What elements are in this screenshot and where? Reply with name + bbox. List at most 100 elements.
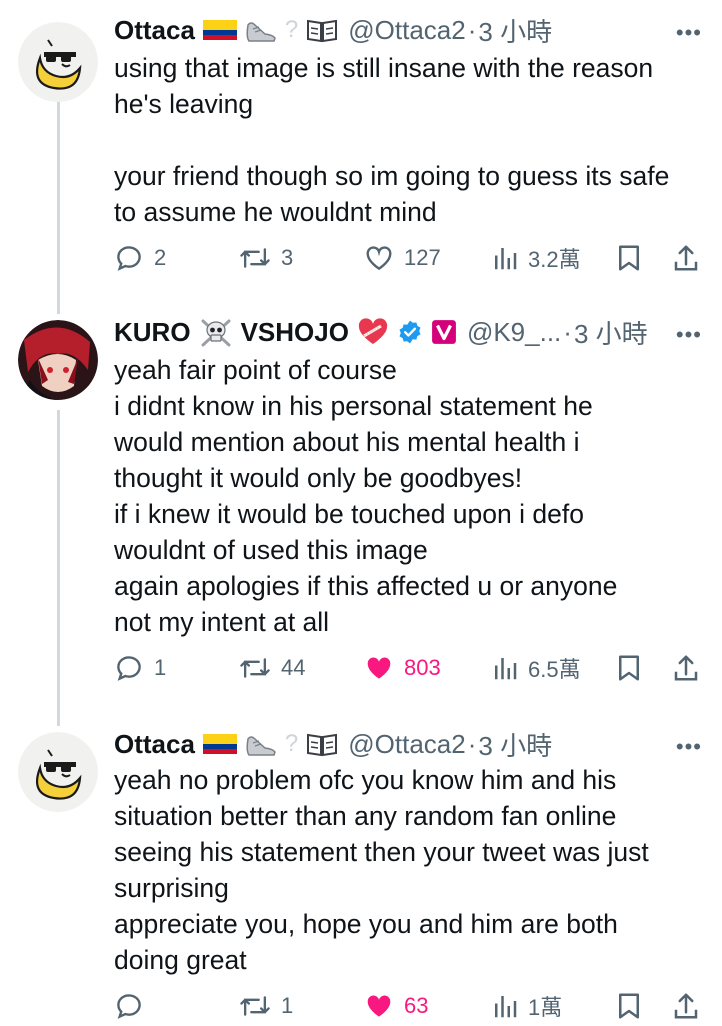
bookmark-button[interactable] [616,986,642,1026]
share-button[interactable] [672,986,700,1026]
tweet[interactable]: Ottaca ? @Ottaca2 · 3 小時 ••• yeah no pro… [0,724,722,1024]
tweet[interactable]: KURO VSHOJO @K9_... · 3 小時 ••• yeah fair… [0,312,722,702]
reply-icon [114,243,144,273]
bookmark-button[interactable] [616,238,642,278]
reply-button[interactable]: 2 [114,238,166,278]
avatar[interactable] [18,320,98,400]
reply-button[interactable] [114,986,154,1026]
display-name[interactable]: KURO [114,317,191,348]
retweet-icon [239,991,271,1021]
tweet-line: he's leaving [114,89,254,119]
views-count: 3.2萬 [528,247,581,272]
tweet-line: using that image is still insane with th… [114,53,654,83]
more-icon[interactable]: ••• [676,20,702,46]
tweet-text: using that image is still insane with th… [114,50,708,230]
sneaker-icon [245,17,277,43]
like-icon [364,243,394,273]
views-count: 6.5萬 [528,657,581,682]
tweet-line: not my intent at all [114,607,330,637]
display-name[interactable]: Ottaca [114,15,195,46]
like-count: 803 [404,655,441,680]
tweet-line: thought it would only be goodbyes! [114,463,523,493]
separator-dot: · [467,728,477,759]
tweet-line: i didnt know in his personal statement h… [114,391,593,421]
colombia-flag-icon [202,732,237,756]
handle[interactable]: @Ottaca2 [348,729,465,760]
tweet-line: your friend though so im going to guess … [114,161,670,191]
tweet-text: yeah fair point of course i didnt know i… [114,352,708,640]
more-icon[interactable]: ••• [676,734,702,760]
tweet-line: surprising [114,873,229,903]
share-button[interactable] [672,648,700,688]
display-name-suffix[interactable]: VSHOJO [241,317,349,348]
tweet-line: appreciate you, hope you and him are bot… [114,909,618,939]
action-bar: 1 44 803 6.5萬 [114,648,722,688]
retweet-icon [239,243,271,273]
like-count: 127 [404,245,441,270]
bookmark-icon [616,653,642,683]
tweet[interactable]: Ottaca ? @Ottaca2 · 3 小時 ••• using that … [0,10,722,290]
timestamp[interactable]: 3 小時 [574,314,648,351]
retweet-count: 1 [281,993,294,1018]
views-button[interactable]: 3.2萬 [492,238,581,278]
bookmark-button[interactable] [616,648,642,688]
bookmark-icon [616,991,642,1021]
colombia-flag-icon [202,18,237,42]
tweet-line: yeah no problem ofc you know him and his [114,765,617,795]
tweet-text: yeah no problem ofc you know him and his… [114,762,708,978]
verified-badge-icon [397,319,423,345]
timestamp[interactable]: 3 小時 [478,726,552,763]
retweet-button[interactable]: 3 [239,238,293,278]
share-icon [672,991,700,1021]
vshojo-badge-icon [431,319,457,345]
like-count: 63 [404,993,429,1018]
like-icon [364,653,394,683]
retweet-button[interactable]: 44 [239,648,305,688]
tweet-line: to assume he wouldnt mind [114,197,437,227]
like-icon [364,991,394,1021]
views-button[interactable]: 6.5萬 [492,648,581,688]
handle[interactable]: @Ottaca2 [348,15,465,46]
tweet-line: yeah fair point of course [114,355,397,385]
tweet-line: would mention about his mental health i [114,427,580,457]
views-icon [492,991,518,1021]
share-icon [672,243,700,273]
retweet-icon [239,653,271,683]
tweet-line: if i knew it would be touched upon i def… [114,499,584,529]
share-button[interactable] [672,238,700,278]
reply-count: 1 [154,655,167,680]
timestamp[interactable]: 3 小時 [478,12,552,49]
tweet-header: Ottaca ? @Ottaca2 · 3 小時 [114,724,722,764]
retweet-button[interactable]: 1 [239,986,293,1026]
question-icon: ? [284,16,299,43]
tweet-line [114,122,708,158]
sneaker-icon [245,731,277,757]
tweet-line: seeing his statement then your tweet was… [114,837,649,867]
tweet-header: KURO VSHOJO @K9_... · 3 小時 [114,312,722,352]
retweet-count: 44 [281,655,306,680]
question-icon: ? [284,730,299,757]
avatar[interactable] [18,22,98,102]
views-count: 1萬 [528,995,563,1020]
views-icon [492,653,518,683]
mending-heart-icon [357,318,389,346]
avatar[interactable] [18,732,98,812]
book-icon [306,731,338,757]
reply-count: 2 [154,245,167,270]
views-button[interactable]: 1萬 [492,986,562,1026]
like-button[interactable]: 127 [364,238,441,278]
skull-crossbones-icon [199,317,233,347]
tweet-line: again apologies if this affected u or an… [114,571,618,601]
like-button[interactable]: 803 [364,648,441,688]
tweet-line: doing great [114,945,247,975]
more-icon[interactable]: ••• [676,322,702,348]
reply-button[interactable]: 1 [114,648,166,688]
tweet-line: wouldnt of used this image [114,535,428,565]
tweet-line: situation better than any random fan onl… [114,801,617,831]
display-name[interactable]: Ottaca [114,729,195,760]
handle[interactable]: @K9_... [467,317,561,348]
retweet-count: 3 [281,245,294,270]
like-button[interactable]: 63 [364,986,428,1026]
bookmark-icon [616,243,642,273]
reply-icon [114,653,144,683]
